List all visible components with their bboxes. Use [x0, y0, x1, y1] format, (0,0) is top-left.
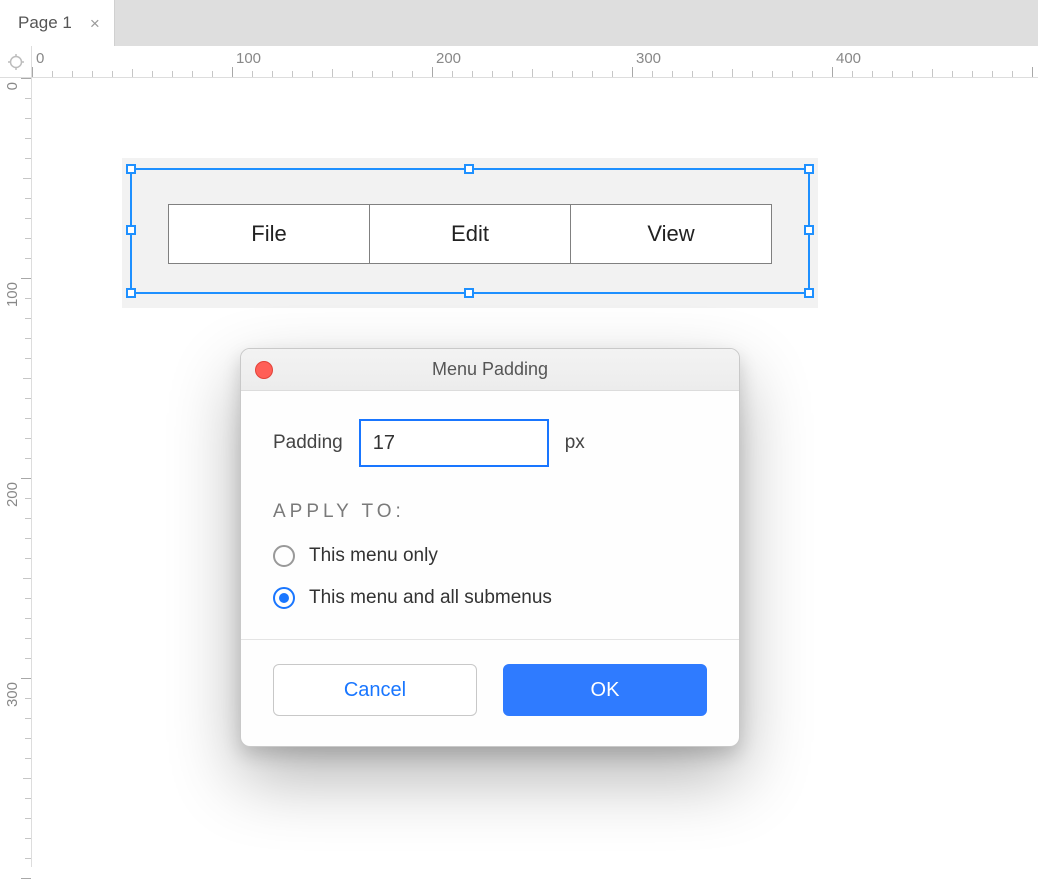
ok-button[interactable]: OK — [503, 664, 707, 716]
dialog-titlebar[interactable]: Menu Padding — [241, 349, 739, 391]
selected-widget[interactable]: File Edit View — [122, 158, 818, 308]
dialog-footer: Cancel OK — [241, 639, 739, 746]
radio-icon — [273, 545, 295, 567]
button-label: OK — [591, 679, 620, 702]
ruler-label: 0 — [36, 50, 44, 67]
menu-bar-widget: File Edit View — [168, 204, 772, 264]
tab-bar: Page 1 × — [0, 0, 1038, 46]
padding-input[interactable] — [359, 419, 549, 467]
radio-icon — [273, 587, 295, 609]
menu-item-view[interactable]: View — [571, 204, 772, 264]
ruler-label: 0 — [4, 82, 21, 90]
cancel-button[interactable]: Cancel — [273, 664, 477, 716]
menu-item-label: View — [647, 221, 694, 247]
ruler-label: 200 — [436, 50, 461, 67]
horizontal-ruler[interactable]: 0 100 200 300 400 — [32, 46, 1038, 78]
menu-item-file[interactable]: File — [168, 204, 370, 264]
window-close-button[interactable] — [255, 361, 273, 379]
padding-unit: px — [565, 432, 585, 454]
menu-padding-dialog: Menu Padding Padding px APPLY TO: This m… — [240, 348, 740, 747]
ruler-label: 100 — [236, 50, 261, 67]
radio-dot-icon — [279, 593, 289, 603]
menu-item-edit[interactable]: Edit — [370, 204, 571, 264]
menu-item-label: File — [251, 221, 286, 247]
ruler-label: 300 — [636, 50, 661, 67]
padding-row: Padding px — [273, 419, 707, 467]
button-label: Cancel — [344, 679, 406, 702]
ruler-label: 200 — [4, 482, 21, 507]
dialog-title: Menu Padding — [432, 359, 548, 380]
ruler-label: 100 — [4, 282, 21, 307]
radio-this-menu-only[interactable]: This menu only — [273, 545, 707, 567]
radio-this-menu-and-submenus[interactable]: This menu and all submenus — [273, 587, 707, 609]
ruler-label: 300 — [4, 682, 21, 707]
page-tab[interactable]: Page 1 × — [0, 0, 115, 46]
radio-label: This menu only — [309, 545, 438, 567]
menu-item-label: Edit — [451, 221, 489, 247]
page-tab-label: Page 1 — [18, 13, 72, 33]
padding-label: Padding — [273, 432, 343, 454]
crosshair-icon — [8, 54, 24, 70]
dialog-body: Padding px APPLY TO: This menu only This… — [241, 391, 739, 639]
apply-to-heading: APPLY TO: — [273, 501, 707, 523]
ruler-label: 400 — [836, 50, 861, 67]
radio-label: This menu and all submenus — [309, 587, 552, 609]
close-icon[interactable]: × — [90, 15, 100, 32]
ruler-origin[interactable] — [0, 46, 32, 78]
vertical-ruler[interactable]: 0 100 200 300 — [0, 78, 32, 867]
